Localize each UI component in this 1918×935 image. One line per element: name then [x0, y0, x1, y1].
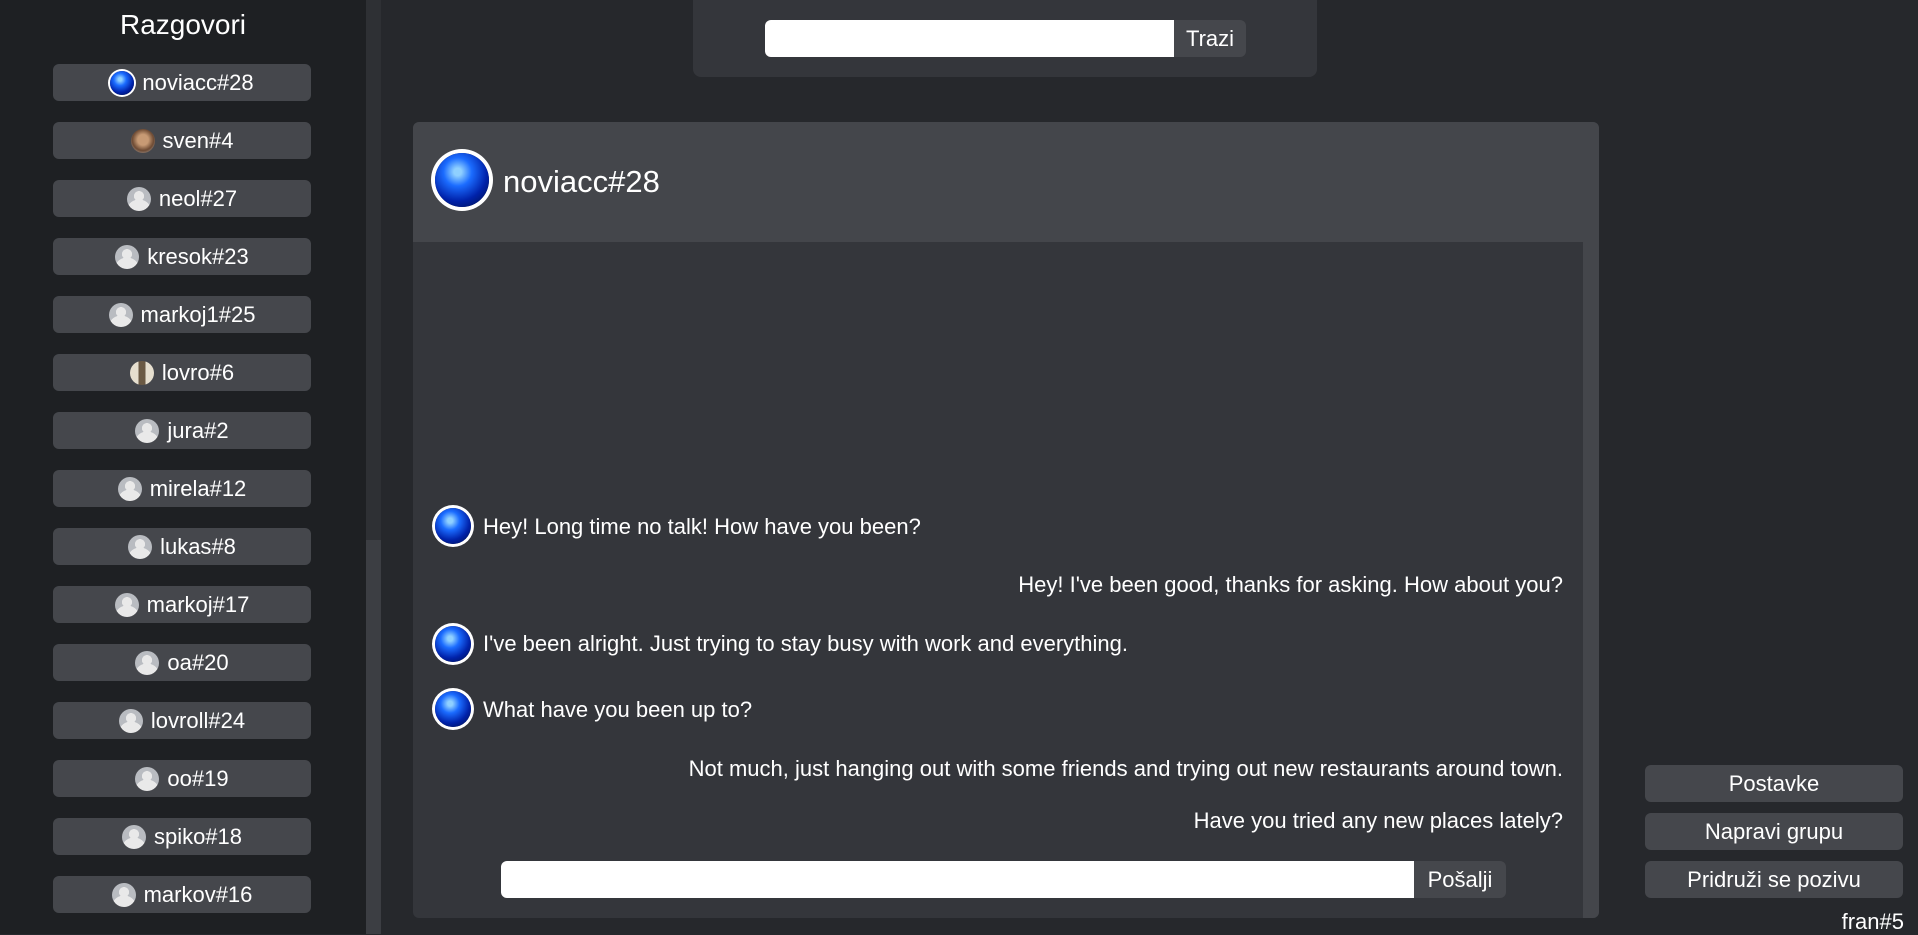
message-incoming: I've been alright. Just trying to stay b…	[483, 631, 1128, 656]
message-outgoing: Hey! I've been good, thanks for asking. …	[1018, 572, 1563, 597]
conversation-item-spiko18[interactable]: spiko#18	[53, 818, 311, 855]
conversation-item-oo19[interactable]: oo#19	[53, 760, 311, 797]
conversation-name: oo#19	[167, 765, 229, 791]
conversation-name: kresok#23	[147, 243, 249, 269]
join-invite-button[interactable]: Pridruži se pozivu	[1645, 861, 1903, 898]
conversation-item-oa20[interactable]: oa#20	[53, 644, 311, 681]
conversation-name: noviacc#28	[142, 69, 254, 95]
conversation-item-noviacc28[interactable]: noviacc#28	[53, 64, 311, 101]
conversation-item-lovroll24[interactable]: lovroll#24	[53, 702, 311, 739]
sidebar-title: Razgovori	[119, 9, 247, 40]
photo-avatar-icon	[129, 360, 154, 385]
blue-orb-avatar-icon	[435, 626, 471, 662]
blue-orb-avatar-icon	[435, 153, 489, 207]
message-incoming: Hey! Long time no talk! How have you bee…	[483, 514, 921, 539]
conversation-name: markoj1#25	[140, 301, 256, 327]
default-user-icon	[128, 534, 153, 559]
default-user-icon	[114, 592, 139, 617]
conversation-item-sven4[interactable]: sven#4	[53, 122, 311, 159]
send-button[interactable]: Pošalji	[1414, 861, 1506, 898]
conversation-item-markoj17[interactable]: markoj#17	[53, 586, 311, 623]
conversation-item-markov16[interactable]: markov#16	[53, 876, 311, 913]
message-outgoing: Have you tried any new places lately?	[1193, 808, 1563, 833]
conversation-list: noviacc#28 sven#4 neol#27 kresok#23 mark…	[53, 64, 311, 934]
conversation-name: oa#20	[167, 649, 229, 675]
conversations-sidebar: Razgovori noviacc#28 sven#4 neol#27 kres…	[0, 0, 366, 934]
blue-orb-avatar-icon	[435, 691, 471, 727]
default-user-icon	[108, 302, 133, 327]
conversation-item-lukas8[interactable]: lukas#8	[53, 528, 311, 565]
conversation-name: neol#27	[158, 185, 238, 211]
default-user-icon	[126, 186, 151, 211]
conversation-item-jura2[interactable]: jura#2	[53, 412, 311, 449]
conversation-item-mirela12[interactable]: mirela#12	[53, 470, 311, 507]
message-incoming: What have you been up to?	[483, 697, 753, 722]
chat-panel: noviacc#28 Hey! Long time no talk! How h…	[413, 122, 1599, 918]
sidebar-scrollbar-thumb[interactable]	[366, 540, 381, 934]
conversation-name: sven#4	[162, 127, 234, 153]
default-user-icon	[117, 476, 142, 501]
conversation-item-neol27[interactable]: neol#27	[53, 180, 311, 217]
conversation-name: markov#16	[143, 881, 253, 907]
conversation-name: lukas#8	[160, 533, 236, 559]
chat-contact-name: noviacc#28	[503, 164, 660, 199]
search-button[interactable]: Trazi	[1174, 20, 1246, 57]
conversation-name: lovroll#24	[150, 707, 246, 733]
default-user-icon	[115, 244, 140, 269]
create-group-button[interactable]: Napravi grupu	[1645, 813, 1903, 850]
message-input[interactable]	[501, 861, 1415, 898]
default-user-icon	[111, 882, 136, 907]
search-panel: Trazi	[693, 0, 1317, 77]
search-input[interactable]	[765, 20, 1175, 57]
default-user-icon	[121, 824, 146, 849]
default-user-icon	[118, 708, 143, 733]
chat-header: noviacc#28	[413, 122, 1599, 242]
conversation-name: spiko#18	[153, 823, 243, 849]
conversation-item-kresok23[interactable]: kresok#23	[53, 238, 311, 275]
default-user-icon	[135, 766, 160, 791]
conversation-name: lovro#6	[161, 359, 235, 385]
conversation-name: jura#2	[167, 417, 229, 443]
photo-avatar-icon	[130, 128, 155, 153]
conversation-item-markoj1-25[interactable]: markoj1#25	[53, 296, 311, 333]
settings-button[interactable]: Postavke	[1645, 765, 1903, 802]
default-user-icon	[135, 650, 160, 675]
default-user-icon	[135, 418, 160, 443]
conversation-name: mirela#12	[149, 475, 247, 501]
blue-orb-avatar-icon	[435, 508, 471, 544]
current-username: fran#5	[1841, 909, 1904, 934]
conversation-name: markoj#17	[146, 591, 250, 617]
blue-orb-avatar-icon	[110, 70, 135, 95]
conversation-item-lovro6[interactable]: lovro#6	[53, 354, 311, 391]
message-outgoing: Not much, just hanging out with some fri…	[688, 756, 1563, 781]
chat-scrollbar[interactable]	[1583, 242, 1599, 918]
